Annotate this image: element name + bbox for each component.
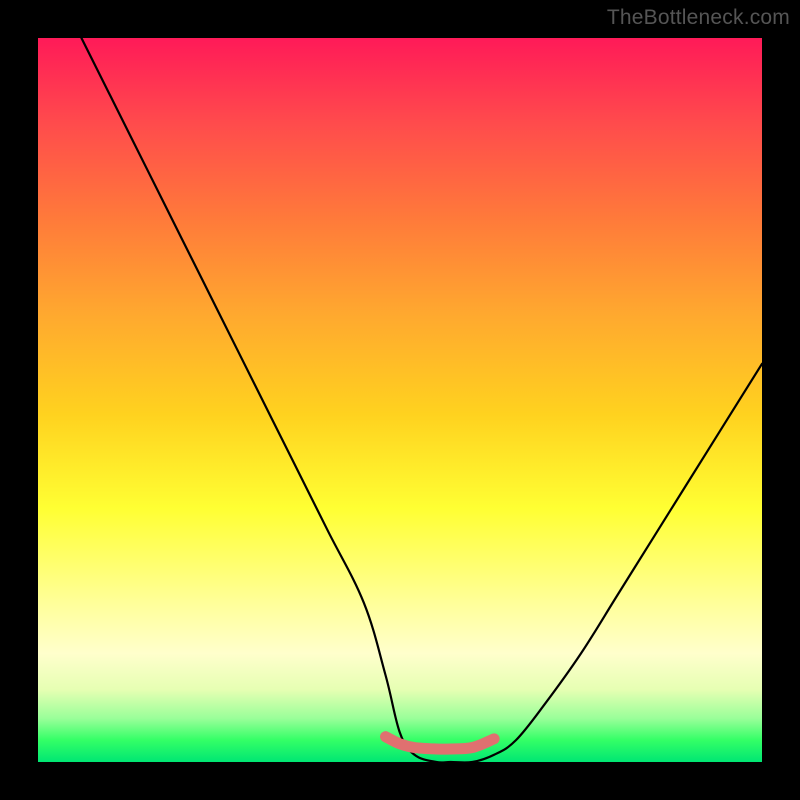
watermark-label: TheBottleneck.com bbox=[607, 6, 790, 30]
chart-svg bbox=[38, 38, 762, 762]
plot-area bbox=[38, 38, 762, 762]
chart-frame: TheBottleneck.com bbox=[0, 0, 800, 800]
bottleneck-curve-path bbox=[81, 38, 762, 762]
